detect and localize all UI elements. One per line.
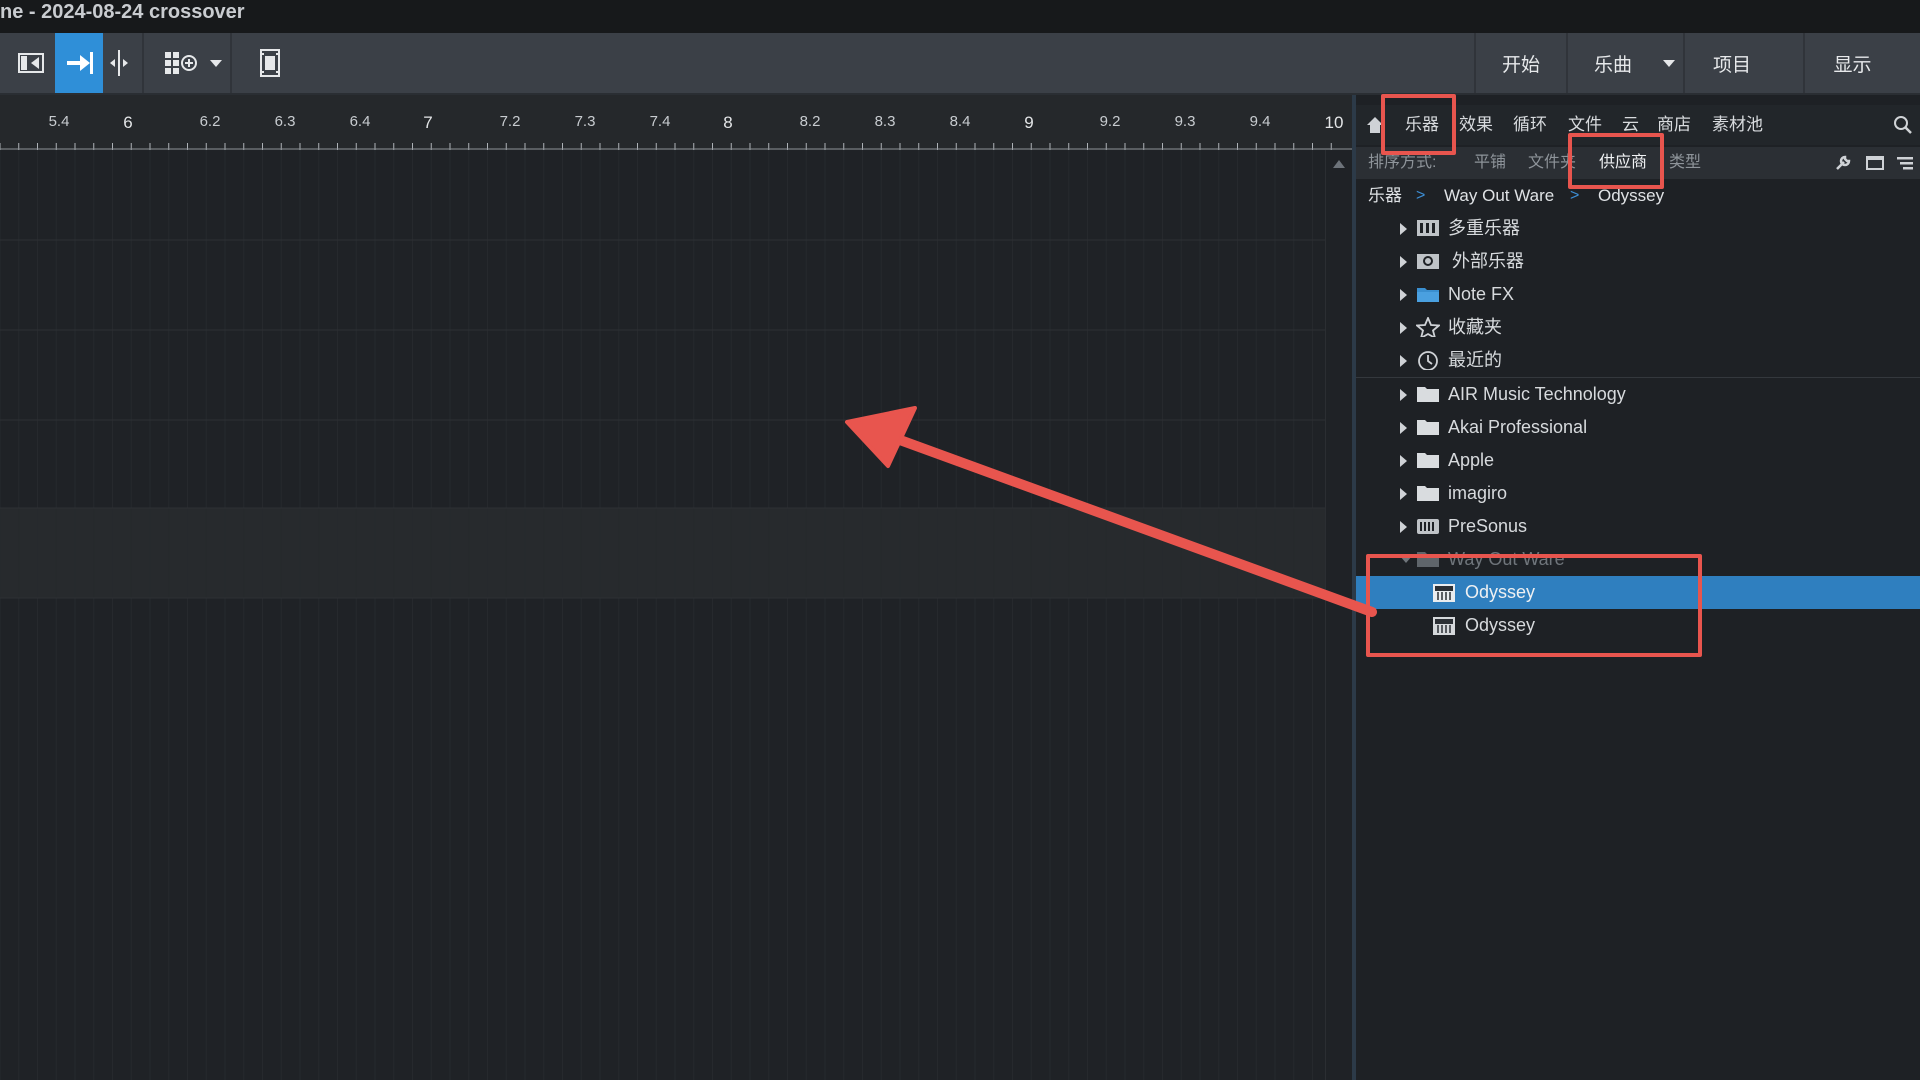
annotation-arrow bbox=[845, 406, 1377, 617]
